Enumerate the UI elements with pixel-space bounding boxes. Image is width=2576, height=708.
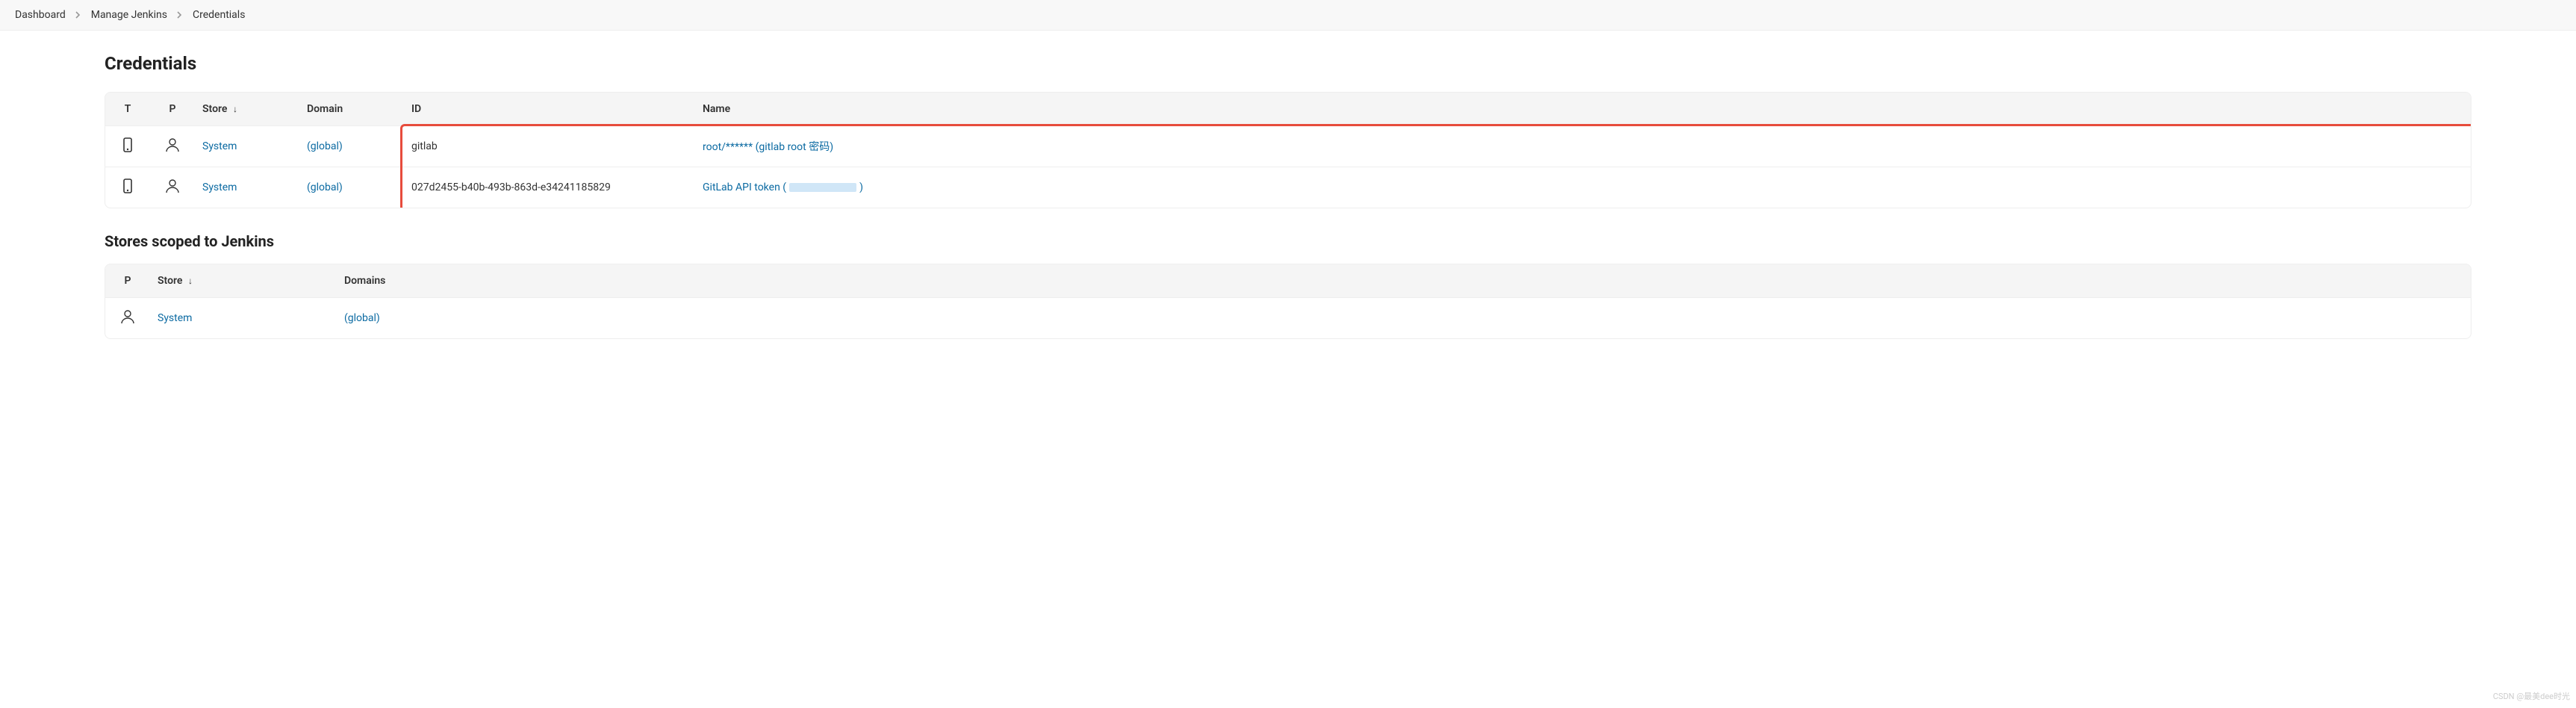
provider-icon	[164, 178, 181, 194]
breadcrumb-credentials[interactable]: Credentials	[193, 9, 245, 21]
credentials-table: T P Store ↓ Domain ID Name	[105, 93, 2471, 208]
domain-link[interactable]: (global)	[307, 140, 343, 152]
provider-icon	[164, 137, 181, 153]
table-row: System (global) gitlab root/****** (gitl…	[105, 126, 2471, 167]
sort-down-icon: ↓	[188, 276, 193, 286]
breadcrumb: Dashboard Manage Jenkins Credentials	[0, 0, 2576, 31]
col-header-store[interactable]: Store ↓	[195, 93, 299, 126]
domains-link[interactable]: (global)	[344, 312, 380, 324]
domain-link[interactable]: (global)	[307, 181, 343, 193]
credential-id: gitlab	[404, 126, 695, 167]
col-header-p[interactable]: P	[105, 264, 150, 298]
col-header-domain[interactable]: Domain	[299, 93, 404, 126]
store-link[interactable]: System	[202, 181, 237, 193]
credential-name-link[interactable]: GitLab API token ()	[703, 181, 863, 193]
credentials-table-container: T P Store ↓ Domain ID Name	[105, 92, 2471, 208]
credential-type-icon	[120, 178, 135, 194]
breadcrumb-manage-jenkins[interactable]: Manage Jenkins	[91, 9, 167, 21]
stores-section-title: Stores scoped to Jenkins	[105, 232, 2471, 250]
stores-table: P Store ↓ Domains System (glo	[105, 264, 2471, 338]
col-header-name[interactable]: Name	[695, 93, 2471, 126]
watermark: CSDN @最美dee时光	[2493, 690, 2570, 702]
store-link[interactable]: System	[158, 312, 192, 324]
col-header-t[interactable]: T	[105, 93, 150, 126]
page-title: Credentials	[105, 53, 2471, 74]
breadcrumb-dashboard[interactable]: Dashboard	[15, 9, 66, 21]
col-header-domains[interactable]: Domains	[337, 264, 2471, 298]
col-header-id[interactable]: ID	[404, 93, 695, 126]
sort-down-icon: ↓	[233, 104, 237, 114]
credential-type-icon	[120, 137, 135, 153]
chevron-right-icon	[75, 11, 82, 19]
table-row: System (global)	[105, 298, 2471, 339]
stores-table-container: P Store ↓ Domains System (glo	[105, 264, 2471, 339]
redacted-token	[789, 183, 856, 192]
store-link[interactable]: System	[202, 140, 237, 152]
chevron-right-icon	[176, 11, 184, 19]
col-header-p[interactable]: P	[150, 93, 195, 126]
table-row: System (global) 027d2455-b40b-493b-863d-…	[105, 167, 2471, 208]
credential-name-link[interactable]: root/****** (gitlab root 密码)	[703, 141, 833, 153]
credential-id: 027d2455-b40b-493b-863d-e34241185829	[404, 167, 695, 208]
col-header-store[interactable]: Store ↓	[150, 264, 337, 298]
provider-icon	[119, 308, 136, 325]
